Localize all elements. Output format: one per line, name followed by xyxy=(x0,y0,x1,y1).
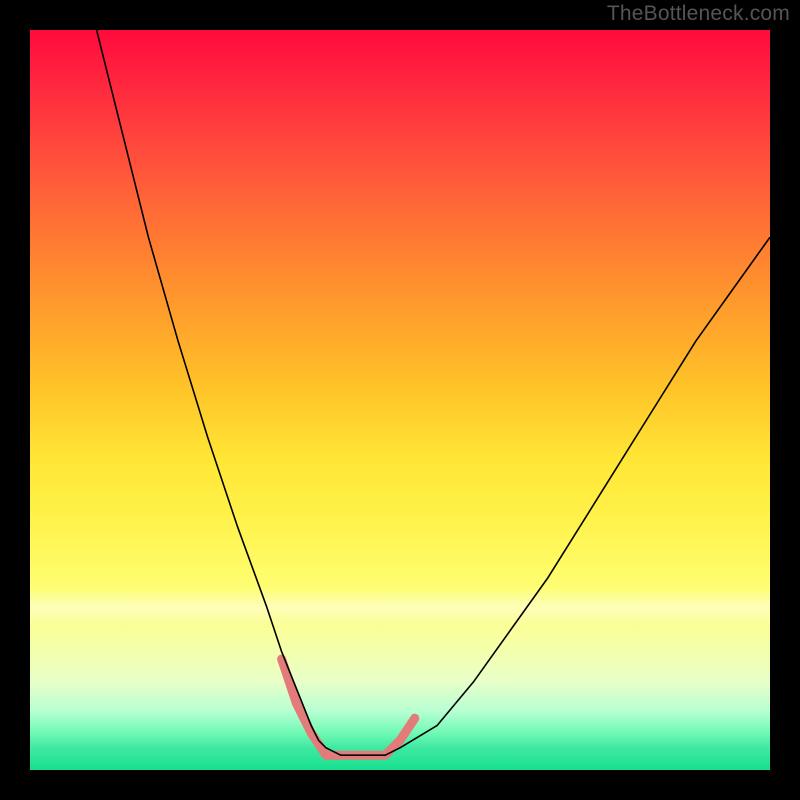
watermark-text: TheBottleneck.com xyxy=(607,2,790,26)
plot-area xyxy=(30,30,770,770)
chart-svg xyxy=(30,30,770,770)
bottom-highlight-path xyxy=(282,659,415,755)
chart-frame: TheBottleneck.com xyxy=(0,0,800,800)
main-curve-path xyxy=(97,30,770,755)
series-group xyxy=(97,30,770,755)
